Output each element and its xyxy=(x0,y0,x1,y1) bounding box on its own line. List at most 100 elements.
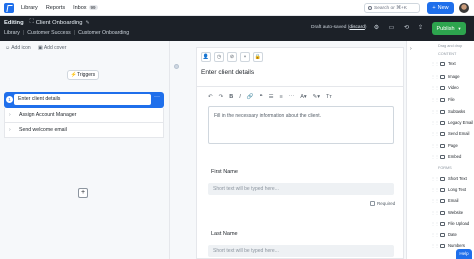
drag-grip-icon[interactable]: ⋮⋮ xyxy=(431,198,439,203)
drag-grip-icon[interactable]: ⋮⋮ xyxy=(431,143,439,148)
widget-website[interactable]: Website xyxy=(440,210,463,215)
widget-page[interactable]: Page xyxy=(440,143,458,148)
drag-grip-icon[interactable]: ⋮⋮ xyxy=(431,221,439,226)
widget-numbers[interactable]: Numbers xyxy=(440,243,465,248)
redo-icon[interactable]: ↷ xyxy=(219,94,224,100)
step-item[interactable]: › Assign Account Manager xyxy=(4,108,164,123)
text-color-icon[interactable]: A▾ xyxy=(300,94,306,100)
triggers-button[interactable]: ⚡ Triggers xyxy=(67,70,99,80)
text-icon xyxy=(440,61,445,66)
workflow-title[interactable]: Client Onboarding xyxy=(36,20,83,26)
stop-icon[interactable]: ⊘ xyxy=(227,52,237,62)
more-options-icon[interactable]: ··· xyxy=(154,94,160,100)
new-button-label: New xyxy=(437,5,449,11)
widget-label: File Upload xyxy=(448,221,470,226)
breadcrumb-library[interactable]: Library xyxy=(4,30,20,36)
drag-grip-icon[interactable]: ⋮⋮ xyxy=(431,210,439,215)
widget-file-upload[interactable]: File Upload xyxy=(440,221,469,226)
assign-icon[interactable]: 👤 xyxy=(201,52,211,62)
breadcrumb-customer-success[interactable]: Customer Success xyxy=(27,30,71,36)
nav-reports[interactable]: Reports xyxy=(46,5,65,11)
help-button[interactable]: Help xyxy=(456,249,472,259)
share-icon[interactable]: ⇪ xyxy=(416,24,425,33)
undo-icon[interactable]: ↶ xyxy=(208,94,213,100)
add-step-button[interactable]: + xyxy=(78,188,88,198)
last-name-label[interactable]: Last Name xyxy=(211,231,238,237)
collapse-panel-icon[interactable]: › xyxy=(410,46,412,52)
discard-link[interactable]: discard xyxy=(349,25,364,30)
required-checkbox[interactable]: Required xyxy=(370,201,395,206)
search-input[interactable]: Search or ⌘+K xyxy=(364,3,420,13)
new-button[interactable]: + New xyxy=(427,2,454,14)
widget-file[interactable]: File xyxy=(440,97,455,102)
drag-grip-icon[interactable]: ⋮⋮ xyxy=(431,176,439,181)
widget-text[interactable]: Text xyxy=(440,61,456,66)
first-name-field[interactable]: Short text will be typed here... xyxy=(208,183,394,195)
step-item-active[interactable]: 1 Enter client details ··· xyxy=(4,92,164,108)
drag-grip-icon[interactable]: ⋮⋮ xyxy=(431,232,439,237)
description-editor[interactable]: Fill in the necessary information about … xyxy=(208,106,394,144)
last-name-field[interactable]: Short text will be typed here... xyxy=(208,245,394,257)
widget-label: Subtasks xyxy=(448,109,466,114)
widget-long-text[interactable]: Long Text xyxy=(440,187,466,192)
drag-grip-icon[interactable]: ⋮⋮ xyxy=(431,61,439,66)
widget-send-email[interactable]: Send Email xyxy=(440,131,469,136)
widget-label: Short Text xyxy=(448,176,467,181)
drag-grip-icon[interactable]: ⋮⋮ xyxy=(431,109,439,114)
widget-embed[interactable]: Embed xyxy=(440,154,461,159)
drag-grip-icon[interactable]: ⋮⋮ xyxy=(431,187,439,192)
drag-grip-icon[interactable]: ⋮⋮ xyxy=(431,97,439,102)
settings-gear-icon[interactable]: ⚙ xyxy=(372,24,381,33)
step-list: 1 Enter client details ··· › Assign Accou… xyxy=(4,92,164,138)
edit-pencil-icon[interactable]: ✎ xyxy=(85,20,89,26)
widget-legacy-email[interactable]: Legacy Email xyxy=(440,120,473,125)
conditional-icon[interactable]: ⑂ xyxy=(240,52,250,62)
link-icon[interactable]: 🔗 xyxy=(247,94,254,100)
drag-grip-icon[interactable]: ⋮⋮ xyxy=(431,243,439,248)
widget-label: Image xyxy=(448,74,460,79)
heading-icon[interactable]: Tт xyxy=(326,94,332,100)
app-logo-icon[interactable] xyxy=(4,2,14,13)
widget-email[interactable]: Email xyxy=(440,198,458,203)
first-name-label[interactable]: First Name xyxy=(211,169,238,175)
send-email-icon xyxy=(440,131,445,136)
widget-short-text[interactable]: Short Text xyxy=(440,176,467,181)
widget-label: Numbers xyxy=(448,243,465,248)
step-title[interactable]: Enter client details xyxy=(201,69,254,76)
list-icon[interactable]: ☰ xyxy=(269,94,274,100)
widget-subtasks[interactable]: Subtasks xyxy=(440,109,465,114)
nav-inbox[interactable]: Inbox 99 xyxy=(73,4,98,11)
nav-library[interactable]: Library xyxy=(21,5,38,11)
widget-label: Date xyxy=(448,232,457,237)
bold-icon[interactable]: B xyxy=(229,94,233,100)
drag-grip-icon[interactable]: ⋮⋮ xyxy=(431,120,439,125)
drag-grip-icon[interactable]: ⋮⋮ xyxy=(431,131,439,136)
widget-image[interactable]: Image xyxy=(440,74,460,79)
highlight-icon[interactable]: ✎▾ xyxy=(313,94,320,100)
drag-handle-icon[interactable] xyxy=(174,64,179,69)
add-cover-link[interactable]: ▣ Add cover xyxy=(38,45,66,51)
due-date-icon[interactable]: ◷ xyxy=(214,52,224,62)
preview-icon[interactable]: ▭ xyxy=(387,24,396,33)
drag-grip-icon[interactable]: ⋮⋮ xyxy=(431,154,439,159)
more-format-icon[interactable]: ⋯ xyxy=(289,94,295,100)
draft-status-text: Draft auto-saved xyxy=(311,25,347,30)
italic-icon[interactable]: I xyxy=(239,94,241,100)
add-icon-link[interactable]: ☺ Add icon xyxy=(5,45,31,51)
quote-icon[interactable]: ❝ xyxy=(260,94,263,100)
widget-date[interactable]: Date xyxy=(440,232,457,237)
history-icon[interactable]: ⟲ xyxy=(402,24,411,33)
avatar[interactable] xyxy=(459,3,469,13)
hash-icon xyxy=(440,243,445,248)
drag-grip-icon[interactable]: ⋮⋮ xyxy=(431,74,439,79)
numbered-list-icon[interactable]: ≡ xyxy=(280,94,283,100)
globe-icon xyxy=(440,210,445,215)
widget-label: Website xyxy=(448,210,464,215)
widget-video[interactable]: Video xyxy=(440,85,459,90)
breadcrumb-customer-onboarding[interactable]: Customer Onboarding xyxy=(78,30,129,36)
step-item[interactable]: › Send welcome email xyxy=(4,123,164,138)
permissions-icon[interactable]: 🔒 xyxy=(253,52,263,62)
drag-grip-icon[interactable]: ⋮⋮ xyxy=(431,85,439,90)
publish-button[interactable]: Publish ▼ xyxy=(432,22,466,35)
step-title-input[interactable]: Enter client details xyxy=(14,94,151,105)
